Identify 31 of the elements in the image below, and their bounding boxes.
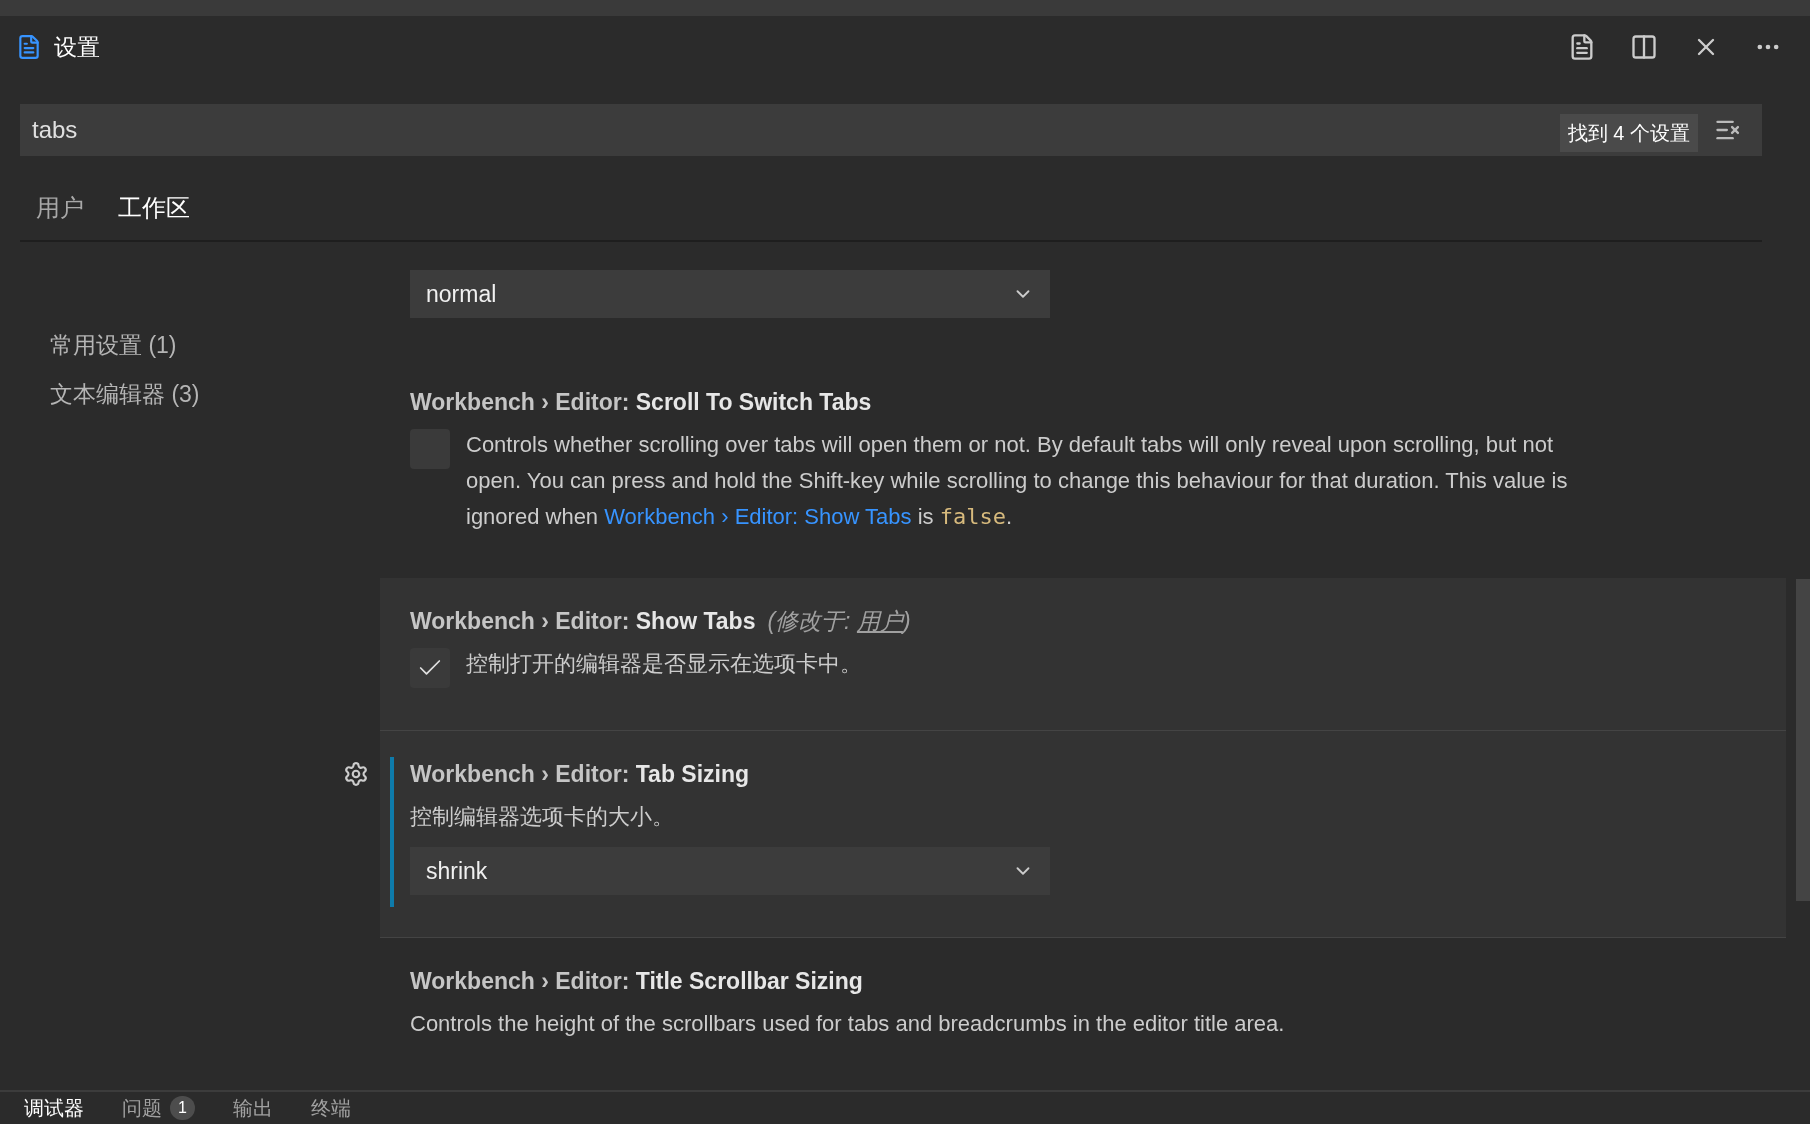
setting-dropdown[interactable]: shrink (410, 847, 1050, 895)
panel-tab[interactable]: 输出 (232, 1093, 273, 1123)
setting-link[interactable]: Workbench › Editor: Show Tabs (604, 504, 912, 529)
file-icon (16, 34, 42, 60)
panel-tab[interactable]: 问题 1 (122, 1093, 195, 1123)
panel-tab[interactable]: 终端 (310, 1093, 351, 1123)
settings-gear-icon[interactable] (343, 761, 369, 787)
setting-description: Controls the height of the scrollbars used for tabs and breadcrumbs in the editor title area. (410, 1010, 1286, 1038)
setting-title: Workbench › Editor: Title Scrollbar Sizing (410, 967, 863, 996)
count-badge: 1 (170, 1096, 195, 1120)
panel-tab[interactable]: 调试器 (24, 1093, 84, 1123)
setting-dropdown[interactable]: normal (410, 270, 1050, 318)
toc-item[interactable]: 常用设置 (1) (50, 328, 380, 363)
result-count: 找到 4 个设置 (1559, 114, 1698, 152)
setting-title: Workbench › Editor: Show Tabs (410, 607, 756, 636)
editor-tab-title[interactable]: 设置 (54, 29, 100, 65)
setting-title: Workbench › Editor: Scroll To Switch Tabs (410, 388, 872, 417)
scrollbar-thumb[interactable] (1796, 579, 1810, 901)
scope-tab[interactable]: 工作区 (118, 190, 190, 226)
checkbox[interactable] (410, 648, 450, 688)
setting-description: 控制编辑器选项卡的大小。 (410, 803, 675, 831)
split-editor-icon[interactable] (1630, 33, 1658, 61)
setting-description: 控制打开的编辑器是否显示在选项卡中。 (466, 650, 862, 678)
scope-tab[interactable]: 用户 (36, 190, 84, 226)
toc-item[interactable]: 文本编辑器 (3) (50, 376, 380, 411)
setting-title: Workbench › Editor: Tab Sizing (410, 760, 750, 789)
search-field[interactable]: tabs 找到 4 个设置 (20, 104, 1762, 156)
modified-note: (修改于: 用户) (767, 607, 911, 636)
setting-description: Controls whether scrolling over tabs will open them or not. By default tabs will only reveal upon scrolling, but not open. You can press and hold the Shift-key while scrolling to change this behaviour for that duration. This value is ignored when Workbench › Editor: Show Tabs is false. (466, 431, 1569, 531)
search-input[interactable]: tabs (32, 112, 1560, 148)
code-value: false (939, 504, 1006, 529)
